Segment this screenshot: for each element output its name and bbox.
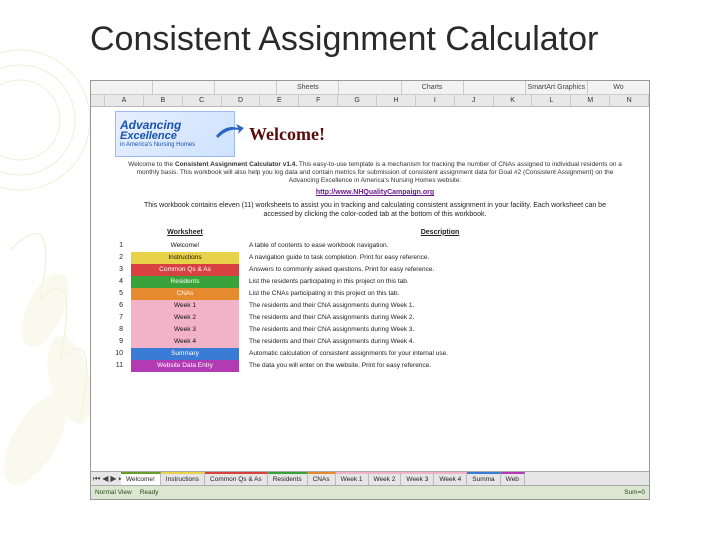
ribbon-tab[interactable]: SmartArt Graphics: [525, 81, 587, 95]
row-index: 7: [115, 312, 125, 324]
advancing-excellence-logo: Advancing Excellence in America's Nursin…: [115, 111, 235, 157]
ws-name-cell: Website Data Entry: [131, 360, 239, 372]
intro-bold: Consistent Assignment Calculator v1.4.: [175, 161, 297, 168]
row-index: 10: [115, 348, 125, 360]
campaign-link[interactable]: http://www.NHQualityCampaign.org: [115, 189, 635, 196]
row-index: 8: [115, 324, 125, 336]
sheet-tab-common-qs[interactable]: Common Qs & As: [205, 472, 268, 485]
description-col-header: Description: [245, 226, 635, 240]
row-index: 1: [115, 240, 125, 252]
ws-desc-cell: A table of contents to ease workbook nav…: [245, 240, 635, 252]
worksheet-area[interactable]: Advancing Excellence in America's Nursin…: [91, 107, 649, 471]
sheet-tab-summary[interactable]: Summa: [467, 472, 500, 485]
ws-name-cell: Week 2: [131, 312, 239, 324]
column-header[interactable]: C: [183, 95, 222, 106]
welcome-heading: Welcome!: [249, 124, 325, 145]
ready-label: Ready: [140, 489, 159, 496]
column-header[interactable]: M: [571, 95, 610, 106]
column-header[interactable]: D: [222, 95, 261, 106]
ribbon-tab[interactable]: [152, 81, 214, 95]
sheet-tab-week4[interactable]: Week 4: [434, 472, 467, 485]
row-index: 3: [115, 264, 125, 276]
column-header[interactable]: J: [455, 95, 494, 106]
ribbon-tab[interactable]: [214, 81, 276, 95]
ws-desc-cell: The data you will enter on the website. …: [245, 360, 635, 372]
ws-desc-cell: A navigation guide to task completion. P…: [245, 252, 635, 264]
ribbon-tab[interactable]: Charts: [401, 81, 463, 95]
row-index: 6: [115, 300, 125, 312]
ws-name-cell: Week 4: [131, 336, 239, 348]
logo-sub: in America's Nursing Homes: [120, 142, 230, 149]
ws-desc-cell: The residents and their CNA assignments …: [245, 336, 635, 348]
column-header[interactable]: E: [260, 95, 299, 106]
sheet-nav-buttons[interactable]: ⏮ ◀ ▶ ⏭: [91, 474, 121, 484]
nav-prev-icon[interactable]: ◀: [102, 474, 108, 484]
ws-name-cell: CNAs: [131, 288, 239, 300]
ws-name-cell: Welcome!: [131, 240, 239, 252]
column-header[interactable]: B: [144, 95, 183, 106]
slide-title: Consistent Assignment Calculator: [90, 20, 598, 59]
sheet-tab-week2[interactable]: Week 2: [369, 472, 402, 485]
ribbon-tab[interactable]: [463, 81, 525, 95]
sum-label: Sum=0: [624, 489, 645, 496]
row-index: 2: [115, 252, 125, 264]
workbook-description: This workbook contains eleven (11) works…: [133, 202, 617, 220]
ribbon-tab[interactable]: [338, 81, 400, 95]
column-header[interactable]: L: [532, 95, 571, 106]
column-header[interactable]: H: [377, 95, 416, 106]
sheet-tab-residents[interactable]: Residents: [268, 472, 308, 485]
sheet-tab-welcome[interactable]: Welcome!: [121, 472, 161, 485]
ws-desc-cell: Automatic calculation of consistent assi…: [245, 348, 635, 360]
ws-desc-cell: The residents and their CNA assignments …: [245, 300, 635, 312]
ws-desc-cell: Answers to commonly asked questions. Pri…: [245, 264, 635, 276]
column-header-row: A B C D E F G H I J K L M N: [91, 95, 649, 107]
column-header[interactable]: F: [299, 95, 338, 106]
excel-window: Sheets Charts SmartArt Graphics Wo A B C…: [90, 80, 650, 500]
column-header[interactable]: G: [338, 95, 377, 106]
ws-name-cell: Summary: [131, 348, 239, 360]
intro-prefix: Welcome to the: [128, 161, 175, 168]
ws-name-cell: Week 3: [131, 324, 239, 336]
column-header[interactable]: K: [494, 95, 533, 106]
row-index: 9: [115, 336, 125, 348]
row-index: 5: [115, 288, 125, 300]
ribbon-tab[interactable]: Sheets: [276, 81, 338, 95]
sheet-tab-cnas[interactable]: CNAs: [308, 472, 336, 485]
sheet-tab-week1[interactable]: Week 1: [336, 472, 369, 485]
column-header[interactable]: N: [610, 95, 649, 106]
ribbon-tab[interactable]: Wo: [587, 81, 649, 95]
row-index: 4: [115, 276, 125, 288]
view-mode-label[interactable]: Normal View: [95, 489, 132, 496]
status-bar: Normal View Ready Sum=0: [91, 485, 649, 499]
worksheet-col-header: Worksheet: [131, 226, 239, 240]
sheet-tab-website[interactable]: Web: [501, 472, 525, 485]
swoosh-arrow-icon: [214, 122, 244, 140]
worksheet-index-table: 1 2 3 4 5 6 7 8 9 10 11 Worksheet Welcom…: [115, 226, 635, 372]
row-index: 11: [115, 360, 125, 372]
ws-name-cell: Instructions: [131, 252, 239, 264]
nav-first-icon[interactable]: ⏮: [93, 474, 100, 484]
ribbon-tab-bar: Sheets Charts SmartArt Graphics Wo: [91, 81, 649, 95]
nav-next-icon[interactable]: ▶: [110, 474, 116, 484]
ribbon-tab[interactable]: [91, 81, 152, 95]
ws-name-cell: Common Qs & As: [131, 264, 239, 276]
ws-name-cell: Residents: [131, 276, 239, 288]
column-header[interactable]: A: [105, 95, 144, 106]
sheet-tab-week3[interactable]: Week 3: [401, 472, 434, 485]
ws-desc-cell: List the CNAs participating in this proj…: [245, 288, 635, 300]
select-all-corner[interactable]: [91, 95, 105, 106]
sheet-tab-instructions[interactable]: Instructions: [161, 472, 205, 485]
ws-desc-cell: List the residents participating in this…: [245, 276, 635, 288]
ws-desc-cell: The residents and their CNA assignments …: [245, 312, 635, 324]
column-header[interactable]: I: [416, 95, 455, 106]
sheet-tab-bar: ⏮ ◀ ▶ ⏭ Welcome! Instructions Common Qs …: [91, 471, 649, 485]
ws-desc-cell: The residents and their CNA assignments …: [245, 324, 635, 336]
intro-paragraph: Welcome to the Consistent Assignment Cal…: [125, 161, 625, 185]
ws-name-cell: Week 1: [131, 300, 239, 312]
